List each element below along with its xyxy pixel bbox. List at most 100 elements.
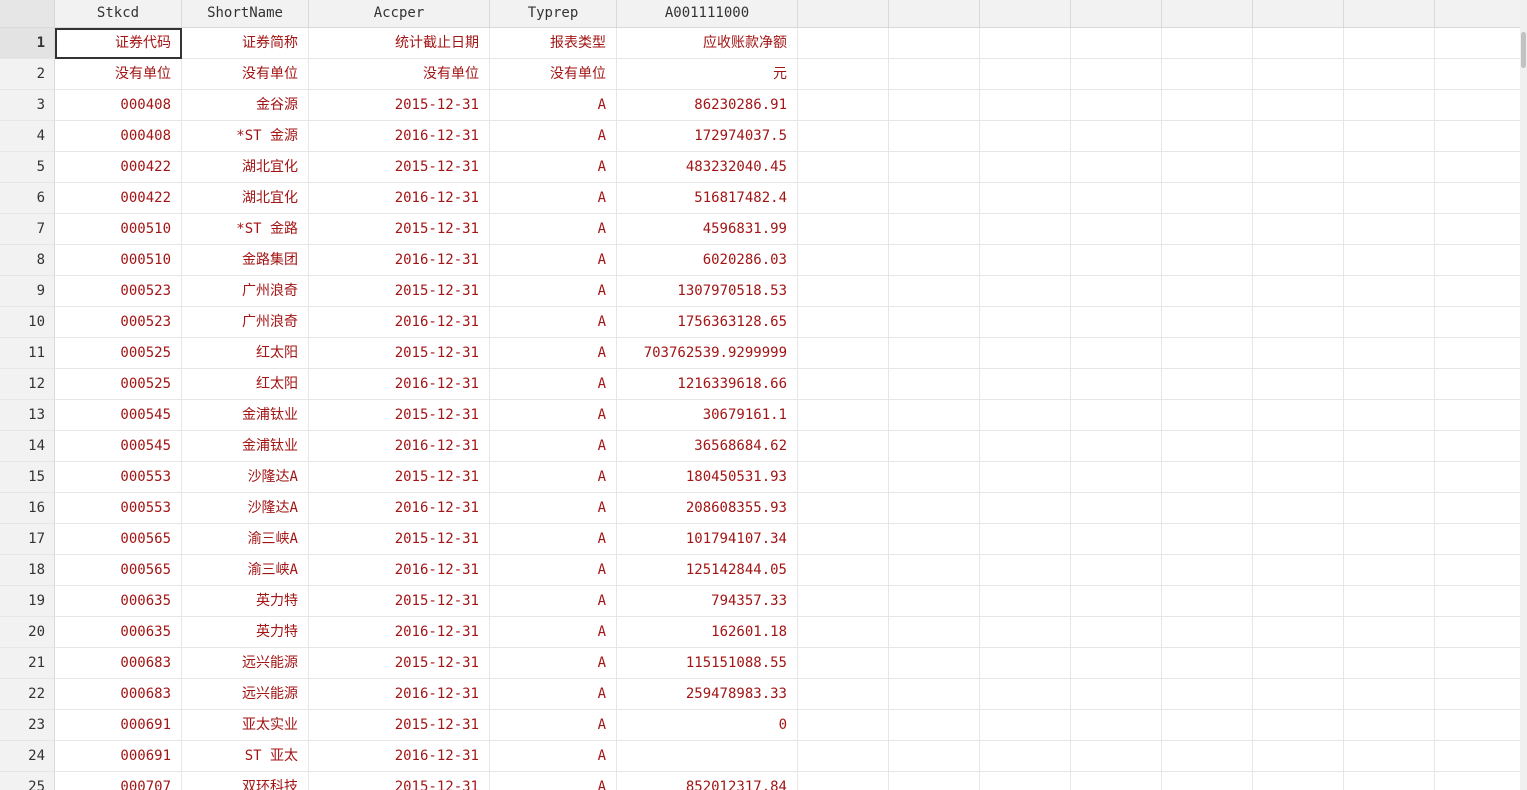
grid-cell[interactable]: A <box>490 524 617 555</box>
grid-cell[interactable] <box>1344 183 1435 214</box>
column-header[interactable] <box>798 0 889 27</box>
grid-cell[interactable] <box>1253 121 1344 152</box>
grid-cell[interactable]: 000691 <box>55 710 182 741</box>
grid-cell[interactable]: 000683 <box>55 648 182 679</box>
grid-cell[interactable]: A <box>490 772 617 790</box>
select-all-corner[interactable] <box>0 0 55 27</box>
grid-cell[interactable]: 2016-12-31 <box>309 431 490 462</box>
grid-cell[interactable]: A <box>490 400 617 431</box>
grid-cell[interactable] <box>1344 555 1435 586</box>
grid-cell[interactable]: 000691 <box>55 741 182 772</box>
grid-cell[interactable] <box>980 772 1071 790</box>
column-header[interactable] <box>980 0 1071 27</box>
grid-cell[interactable] <box>1344 524 1435 555</box>
grid-cell[interactable] <box>1253 524 1344 555</box>
grid-cell[interactable]: 红太阳 <box>182 369 309 400</box>
grid-cell[interactable] <box>889 338 980 369</box>
grid-cell[interactable] <box>1162 245 1253 276</box>
grid-cell[interactable] <box>798 183 889 214</box>
column-header[interactable]: A001111000 <box>617 0 798 27</box>
grid-cell[interactable]: 2016-12-31 <box>309 183 490 214</box>
grid-cell[interactable] <box>889 183 980 214</box>
grid-cell[interactable] <box>1435 28 1520 59</box>
grid-cell[interactable] <box>1344 741 1435 772</box>
grid-cell[interactable] <box>1071 462 1162 493</box>
grid-cell[interactable]: 125142844.05 <box>617 555 798 586</box>
grid-cell[interactable] <box>798 493 889 524</box>
grid-cell[interactable] <box>1162 431 1253 462</box>
grid-cell[interactable]: 2015-12-31 <box>309 400 490 431</box>
grid-cell[interactable] <box>889 307 980 338</box>
row-number[interactable]: 1 <box>0 28 55 59</box>
grid-cell[interactable] <box>889 710 980 741</box>
grid-cell[interactable] <box>889 90 980 121</box>
grid-cell[interactable]: 000683 <box>55 679 182 710</box>
grid-cell[interactable]: A <box>490 338 617 369</box>
grid-cell[interactable] <box>1162 679 1253 710</box>
grid-cell[interactable] <box>1435 152 1520 183</box>
grid-cell[interactable] <box>889 59 980 90</box>
grid-cell[interactable]: 统计截止日期 <box>309 28 490 59</box>
grid-cell[interactable] <box>798 276 889 307</box>
grid-cell[interactable]: 2016-12-31 <box>309 617 490 648</box>
grid-cell[interactable] <box>1253 586 1344 617</box>
grid-cell[interactable] <box>1162 276 1253 307</box>
row-number[interactable]: 22 <box>0 679 55 710</box>
grid-cell[interactable] <box>1071 369 1162 400</box>
grid-cell[interactable]: A <box>490 90 617 121</box>
grid-cell[interactable] <box>1162 28 1253 59</box>
grid-cell[interactable]: 证券代码 <box>55 28 182 59</box>
grid-cell[interactable]: 2015-12-31 <box>309 648 490 679</box>
grid-cell[interactable] <box>1162 90 1253 121</box>
grid-cell[interactable] <box>798 679 889 710</box>
row-number[interactable]: 11 <box>0 338 55 369</box>
grid-cell[interactable] <box>1344 679 1435 710</box>
grid-cell[interactable] <box>1162 214 1253 245</box>
grid-cell[interactable]: 报表类型 <box>490 28 617 59</box>
grid-cell[interactable]: A <box>490 741 617 772</box>
grid-cell[interactable] <box>798 648 889 679</box>
grid-cell[interactable]: 2016-12-31 <box>309 369 490 400</box>
column-header[interactable] <box>1071 0 1162 27</box>
grid-cell[interactable]: A <box>490 307 617 338</box>
grid-cell[interactable] <box>980 524 1071 555</box>
column-header[interactable] <box>1162 0 1253 27</box>
grid-cell[interactable]: 162601.18 <box>617 617 798 648</box>
grid-cell[interactable]: 000553 <box>55 493 182 524</box>
grid-cell[interactable]: A <box>490 679 617 710</box>
grid-cell[interactable] <box>1071 121 1162 152</box>
grid-cell[interactable] <box>1344 152 1435 183</box>
grid-cell[interactable] <box>1344 90 1435 121</box>
grid-cell[interactable] <box>798 338 889 369</box>
grid-cell[interactable] <box>980 741 1071 772</box>
grid-cell[interactable] <box>1435 121 1520 152</box>
grid-cell[interactable] <box>1344 400 1435 431</box>
grid-cell[interactable]: 86230286.91 <box>617 90 798 121</box>
grid-cell[interactable] <box>1253 772 1344 790</box>
grid-cell[interactable] <box>1344 369 1435 400</box>
grid-cell[interactable]: A <box>490 369 617 400</box>
grid-cell[interactable] <box>1344 28 1435 59</box>
grid-cell[interactable] <box>889 586 980 617</box>
grid-cell[interactable] <box>980 648 1071 679</box>
grid-cell[interactable]: 红太阳 <box>182 338 309 369</box>
grid-cell[interactable] <box>798 741 889 772</box>
grid-cell[interactable]: 没有单位 <box>309 59 490 90</box>
grid-cell[interactable] <box>1253 741 1344 772</box>
grid-cell[interactable] <box>889 214 980 245</box>
row-number[interactable]: 14 <box>0 431 55 462</box>
grid-cell[interactable]: 000525 <box>55 369 182 400</box>
grid-cell[interactable] <box>980 307 1071 338</box>
grid-cell[interactable] <box>1435 245 1520 276</box>
grid-cell[interactable] <box>889 648 980 679</box>
grid-cell[interactable] <box>980 617 1071 648</box>
grid-cell[interactable] <box>1435 59 1520 90</box>
grid-cell[interactable]: 没有单位 <box>55 59 182 90</box>
grid-cell[interactable] <box>980 679 1071 710</box>
grid-cell[interactable]: 1307970518.53 <box>617 276 798 307</box>
grid-cell[interactable] <box>1162 741 1253 772</box>
grid-cell[interactable] <box>1162 369 1253 400</box>
grid-cell[interactable] <box>889 555 980 586</box>
grid-cell[interactable] <box>889 152 980 183</box>
grid-cell[interactable]: 2015-12-31 <box>309 214 490 245</box>
